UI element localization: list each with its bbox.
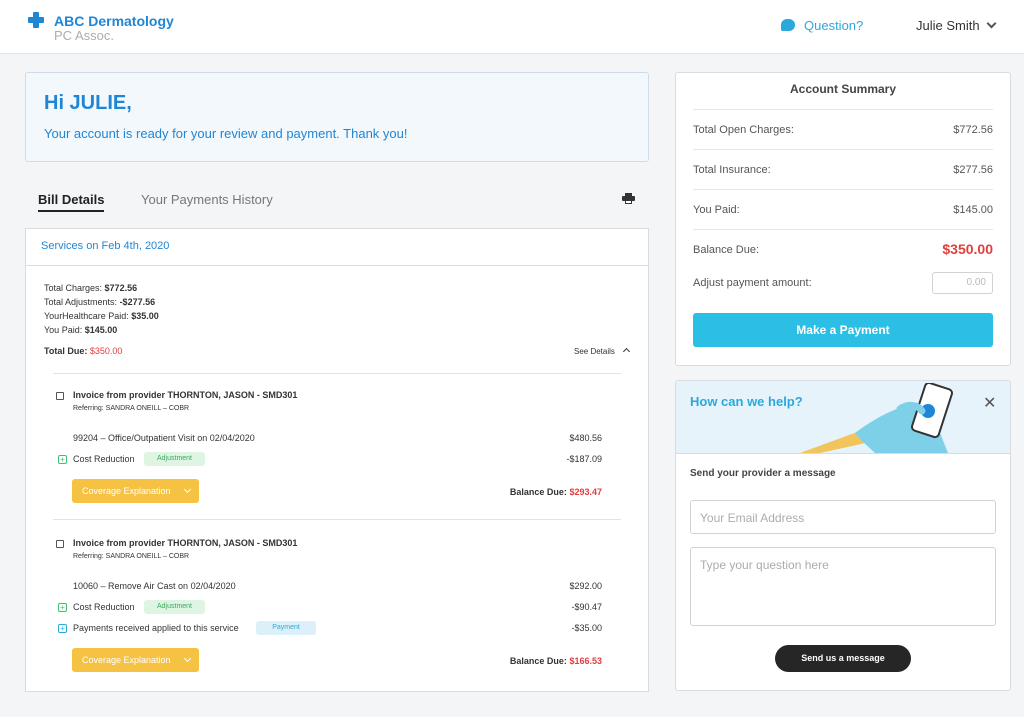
invoice-referring: Referring: SANDRA ONEILL – COBR: [73, 553, 190, 560]
greeting-title: Hi JULIE,: [44, 92, 132, 114]
print-icon[interactable]: [622, 193, 635, 204]
brand-name: ABC Dermatology: [54, 13, 174, 29]
tab-bill-details[interactable]: Bill Details: [38, 192, 105, 212]
summary-label-open-charges: Total Open Charges:: [693, 124, 794, 136]
summary-value-you-paid: $145.00: [953, 204, 993, 216]
brand-subtitle: PC Assoc.: [54, 28, 114, 43]
summary-value-open-charges: $772.56: [953, 124, 993, 136]
greeting-banner: [25, 72, 649, 162]
divider: [693, 229, 993, 230]
summary-value-balance: $350.00: [942, 241, 993, 257]
see-details-link[interactable]: See Details: [574, 347, 615, 356]
make-payment-button[interactable]: Make a Payment: [693, 313, 993, 347]
chevron-down-icon: [183, 485, 192, 494]
divider: [693, 149, 993, 150]
payment-label: Payments received applied to this servic…: [73, 623, 239, 633]
adjust-payment-label: Adjust payment amount:: [693, 277, 812, 289]
divider: [53, 373, 621, 374]
question-textarea[interactable]: Type your question here: [690, 547, 996, 626]
plus-icon[interactable]: +: [58, 624, 67, 633]
summary-value-insurance: $277.56: [953, 164, 993, 176]
you-paid: You Paid: $145.00: [44, 325, 118, 335]
email-field[interactable]: Your Email Address: [690, 500, 996, 534]
coverage-explanation-button[interactable]: Coverage Explanation: [72, 648, 199, 672]
plus-icon[interactable]: +: [58, 603, 67, 612]
invoice-title: Invoice from provider THORNTON, JASON - …: [73, 538, 298, 548]
adjustment-label: Cost Reduction: [73, 602, 135, 612]
invoice-checkbox[interactable]: [56, 392, 64, 400]
help-title: How can we help?: [690, 394, 803, 409]
coverage-explanation-button[interactable]: Coverage Explanation: [72, 479, 199, 503]
send-message-button[interactable]: Send us a message: [775, 645, 911, 672]
question-link[interactable]: Question?: [804, 18, 863, 33]
adjustment-badge: Adjustment: [144, 452, 205, 466]
summary-label-balance: Balance Due:: [693, 244, 760, 256]
summary-label-you-paid: You Paid:: [693, 204, 740, 216]
total-due: Total Due: $350.00: [44, 346, 123, 356]
user-menu[interactable]: Julie Smith: [916, 18, 980, 33]
adjustment-amount: -$90.47: [571, 602, 602, 612]
total-adjustments: Total Adjustments: -$277.56: [44, 297, 156, 307]
invoice-referring: Referring: SANDRA ONEILL – COBR: [73, 405, 190, 412]
account-summary-title: Account Summary: [789, 82, 897, 96]
tab-payments-history[interactable]: Your Payments History: [141, 192, 273, 207]
balance-due: Balance Due: $293.47: [509, 487, 602, 497]
adjustment-badge: Adjustment: [144, 600, 205, 614]
hand-phone-illustration: [800, 383, 953, 453]
service-amount: $292.00: [569, 581, 602, 591]
chat-bubble-icon[interactable]: [781, 19, 795, 31]
invoice-checkbox[interactable]: [56, 540, 64, 548]
divider: [53, 519, 621, 520]
medical-cross-icon: [28, 12, 44, 28]
adjustment-label: Cost Reduction: [73, 454, 135, 464]
divider: [693, 189, 993, 190]
invoice-title: Invoice from provider THORNTON, JASON - …: [73, 390, 298, 400]
adjust-payment-input[interactable]: 0.00: [932, 272, 993, 294]
healthcare-paid: YourHealthcare Paid: $35.00: [44, 311, 159, 321]
total-charges: Total Charges: $772.56: [44, 283, 138, 293]
balance-due: Balance Due: $166.53: [509, 656, 602, 666]
service-line: 10060 – Remove Air Cast on 02/04/2020: [73, 581, 236, 591]
service-line: 99204 – Office/Outpatient Visit on 02/04…: [73, 433, 255, 443]
chevron-down-icon: [183, 654, 192, 663]
summary-label-insurance: Total Insurance:: [693, 164, 771, 176]
plus-icon[interactable]: +: [58, 455, 67, 464]
payment-badge: Payment: [256, 621, 316, 635]
services-title: Services on Feb 4th, 2020: [41, 240, 170, 252]
close-icon[interactable]: ✕: [983, 393, 996, 413]
payment-amount: -$35.00: [571, 623, 602, 633]
adjustment-amount: -$187.09: [566, 454, 602, 464]
service-amount: $480.56: [569, 433, 602, 443]
send-message-label: Send your provider a message: [690, 468, 836, 479]
greeting-message: Your account is ready for your review an…: [44, 126, 408, 141]
divider: [693, 109, 993, 110]
